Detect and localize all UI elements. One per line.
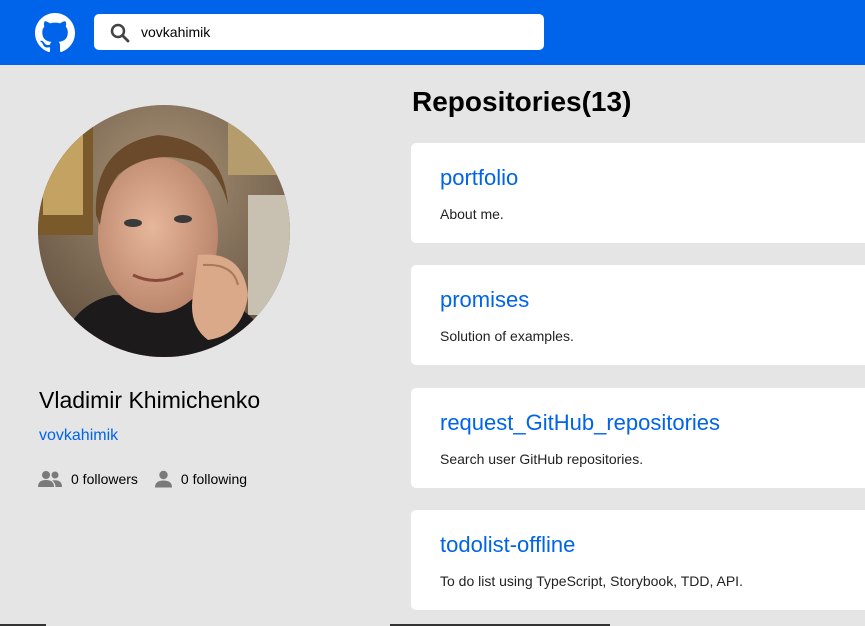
- github-icon[interactable]: [35, 13, 75, 53]
- avatar-photo: [38, 105, 290, 357]
- user-full-name: Vladimir Khimichenko: [39, 387, 261, 413]
- repo-description: To do list using TypeScript, Storybook, …: [440, 573, 743, 589]
- search-icon: [110, 23, 130, 43]
- repo-name-link[interactable]: promises: [440, 287, 529, 313]
- repo-card: request_GitHub_repositories Search user …: [411, 388, 865, 488]
- repo-name-link[interactable]: todolist-offline: [440, 532, 575, 558]
- repo-description: Solution of examples.: [440, 328, 574, 344]
- repo-description: About me.: [440, 206, 504, 222]
- repo-description: Search user GitHub repositories.: [440, 451, 644, 467]
- person-icon: [154, 470, 172, 488]
- app-header: [0, 0, 865, 65]
- following-stat: 0 following: [154, 470, 248, 488]
- search-box: [94, 14, 544, 50]
- repo-name-link[interactable]: portfolio: [440, 165, 518, 191]
- repositories-title: Repositories(13): [412, 86, 632, 117]
- follow-stats: 0 followers 0 following: [38, 470, 247, 488]
- following-count: 0 following: [180, 471, 248, 487]
- people-icon: [38, 471, 62, 487]
- repo-card: todolist-offline To do list using TypeSc…: [411, 510, 865, 610]
- avatar: [38, 105, 290, 357]
- followers-stat: 0 followers: [38, 470, 138, 488]
- followers-count: 0 followers: [71, 471, 138, 487]
- search-input[interactable]: [141, 14, 531, 50]
- user-login-link[interactable]: vovkahimik: [39, 427, 118, 445]
- repo-card: portfolio About me.: [411, 143, 865, 243]
- repo-name-link[interactable]: request_GitHub_repositories: [440, 410, 720, 436]
- repo-card: promises Solution of examples.: [411, 265, 865, 365]
